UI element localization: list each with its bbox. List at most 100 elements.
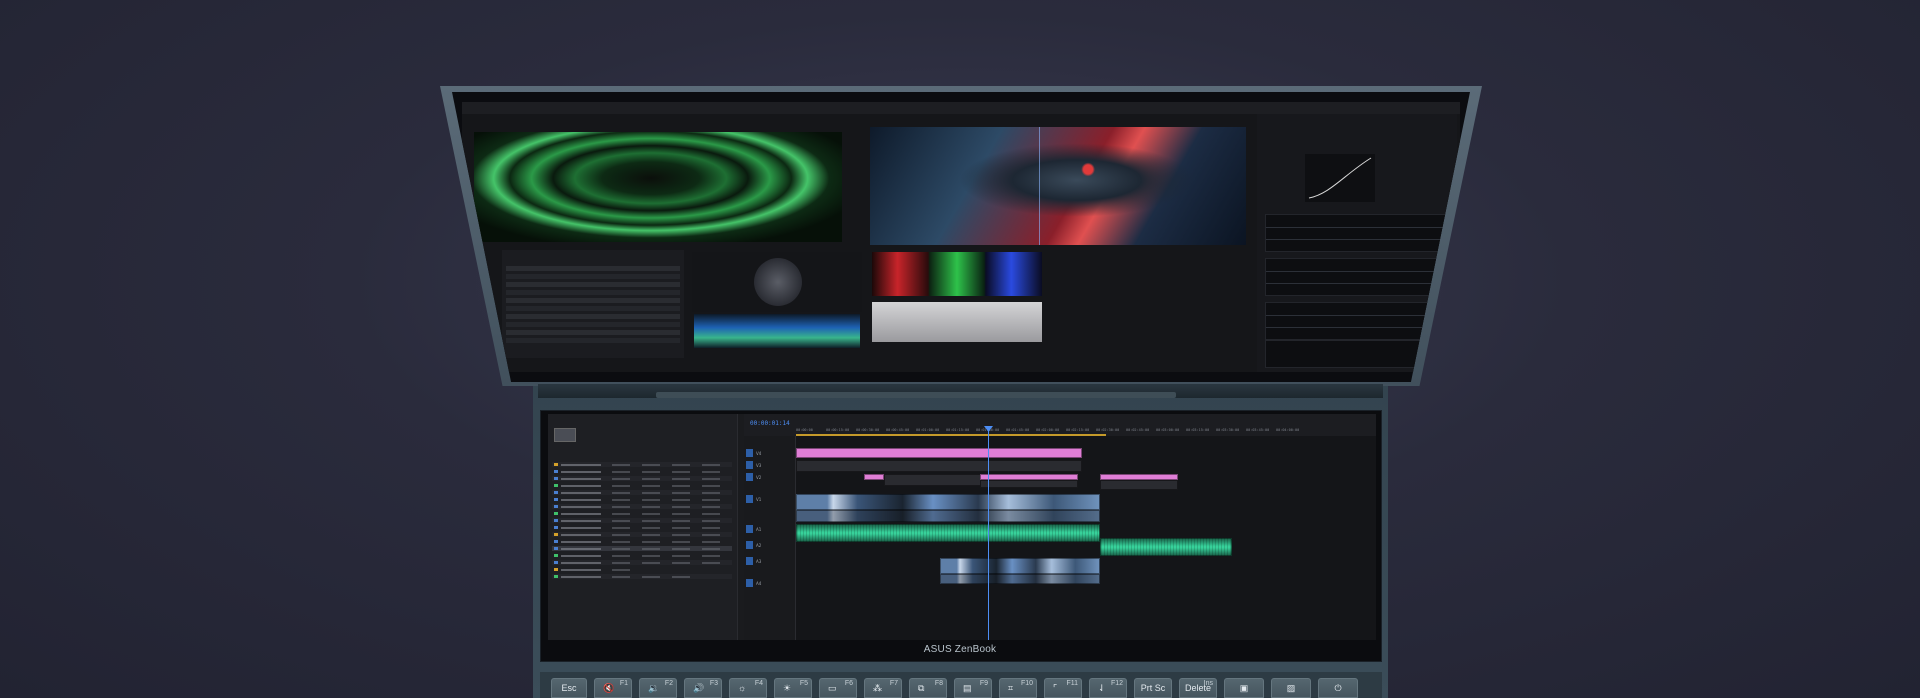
list-item[interactable]	[552, 574, 732, 579]
graphic-clip[interactable]	[980, 480, 1078, 488]
track-label: V4	[756, 451, 762, 456]
function-key-f12[interactable]: ⇃ F12	[1089, 678, 1127, 698]
track-label: V3	[756, 463, 762, 468]
playhead[interactable]	[988, 428, 989, 640]
video-clip[interactable]	[940, 558, 1100, 574]
track-header[interactable]: A4	[746, 578, 794, 588]
function-key-f1[interactable]: 🔇 F1	[594, 678, 632, 698]
scope-rgb-2	[1265, 258, 1451, 296]
menu-bar	[462, 102, 1460, 114]
track-headers: V4 V3 V2 V1 A1 A2 A3 A4	[744, 436, 796, 640]
function-key-f8[interactable]: ⧉ F8	[909, 678, 947, 698]
esc-key[interactable]: Esc	[551, 678, 587, 698]
fn-label: F1	[619, 680, 628, 687]
program-monitor-preview	[870, 127, 1246, 245]
function-icon: ▭	[828, 683, 837, 693]
graphic-clip[interactable]	[884, 474, 982, 486]
track-header[interactable]: A3	[746, 556, 794, 566]
print-screen-key[interactable]: Prt Sc	[1134, 678, 1172, 698]
curve-graph	[1305, 154, 1375, 202]
function-icon: ▤	[963, 683, 972, 693]
list-item[interactable]	[552, 518, 732, 523]
list-item[interactable]	[552, 483, 732, 488]
track-target-toggle[interactable]	[746, 495, 753, 503]
track-target-toggle[interactable]	[746, 525, 753, 533]
list-item[interactable]	[552, 469, 732, 474]
track-target-toggle[interactable]	[746, 579, 753, 587]
track-header[interactable]: V3	[746, 460, 794, 470]
track-header[interactable]: A2	[746, 540, 794, 550]
rgb-parade-scope	[872, 252, 1042, 296]
list-item[interactable]	[552, 553, 732, 558]
list-item[interactable]	[552, 476, 732, 481]
track-target-toggle[interactable]	[746, 449, 753, 457]
fn-label: F12	[1110, 680, 1123, 687]
video-clip[interactable]	[796, 510, 1100, 522]
track-target-toggle[interactable]	[746, 541, 753, 549]
curve-line	[1308, 157, 1372, 199]
function-key-f6[interactable]: ▭ F6	[819, 678, 857, 698]
power-key[interactable]: ⏻	[1318, 678, 1358, 698]
scope-rgb-1	[1265, 214, 1451, 252]
ruler-tick: 00:04:00:00	[1276, 428, 1300, 432]
screenpad-display: 00:00:01:14 00:00:00 00:00:15:00 00:00:30:…	[548, 414, 1376, 640]
list-item[interactable]	[552, 567, 732, 572]
graphic-clip[interactable]	[796, 460, 1082, 472]
ruler-tick: 00:02:00:00	[1036, 428, 1060, 432]
title-clip[interactable]	[864, 474, 884, 480]
track-header[interactable]: V2	[746, 472, 794, 482]
track-target-toggle[interactable]	[746, 461, 753, 469]
main-display	[452, 92, 1470, 382]
ruler-tick: 00:02:15:00	[1066, 428, 1090, 432]
ruler-tick: 00:00:15:00	[826, 428, 850, 432]
audio-clip[interactable]	[796, 524, 1100, 542]
ruler-tick: 00:01:00:00	[916, 428, 940, 432]
list-item[interactable]	[552, 525, 732, 530]
function-key-f10[interactable]: ⌗ F10	[999, 678, 1037, 698]
list-item[interactable]	[552, 532, 732, 537]
list-item[interactable]	[552, 504, 732, 509]
function-key-f5[interactable]: ☀ F5	[774, 678, 812, 698]
function-key-f2[interactable]: 🔉 F2	[639, 678, 677, 698]
ruler-tick: 00:03:15:00	[1186, 428, 1210, 432]
screen-icon: ▣	[1239, 683, 1249, 693]
list-item[interactable]	[552, 546, 732, 551]
audio-clip[interactable]	[1100, 538, 1232, 556]
screen-switch-key[interactable]: ▨	[1271, 678, 1311, 698]
function-key-f4[interactable]: ☼ F4	[729, 678, 767, 698]
work-area-bar[interactable]	[796, 434, 1106, 436]
fn-label: F3	[709, 680, 718, 687]
title-clip[interactable]	[796, 448, 1082, 458]
list-item[interactable]	[552, 462, 732, 467]
ruler-tick: 00:03:45:00	[1246, 428, 1270, 432]
video-clip[interactable]	[940, 574, 1100, 584]
list-item[interactable]	[552, 539, 732, 544]
function-key-f9[interactable]: ▤ F9	[954, 678, 992, 698]
function-key-f11[interactable]: ⌜ F11	[1044, 678, 1082, 698]
video-clip[interactable]	[796, 494, 1100, 510]
timecode-display[interactable]: 00:00:01:14	[750, 420, 790, 427]
source-monitor-preview	[474, 132, 842, 242]
fn-label: Ins	[1203, 680, 1213, 687]
function-icon: ☼	[738, 683, 747, 693]
function-key-f7[interactable]: ⁂ F7	[864, 678, 902, 698]
fn-label: F4	[754, 680, 763, 687]
track-target-toggle[interactable]	[746, 473, 753, 481]
track-header[interactable]: V4	[746, 448, 794, 458]
graphic-clip[interactable]	[1100, 480, 1178, 490]
screenpad-toggle-key[interactable]: ▣	[1224, 678, 1264, 698]
track-target-toggle[interactable]	[746, 557, 753, 565]
function-key-f3[interactable]: 🔊 F3	[684, 678, 722, 698]
list-item[interactable]	[552, 497, 732, 502]
track-label: A3	[756, 559, 762, 564]
project-thumbnail	[554, 428, 576, 442]
list-item[interactable]	[552, 560, 732, 565]
delete-key[interactable]: Delete Ins	[1179, 678, 1217, 698]
list-item[interactable]	[552, 511, 732, 516]
list-item[interactable]	[552, 490, 732, 495]
fn-label: F2	[664, 680, 673, 687]
hinge-bar	[656, 392, 1176, 398]
track-header[interactable]: V1	[746, 494, 794, 504]
track-header[interactable]: A1	[746, 524, 794, 534]
screen-icon: ▨	[1286, 683, 1296, 693]
